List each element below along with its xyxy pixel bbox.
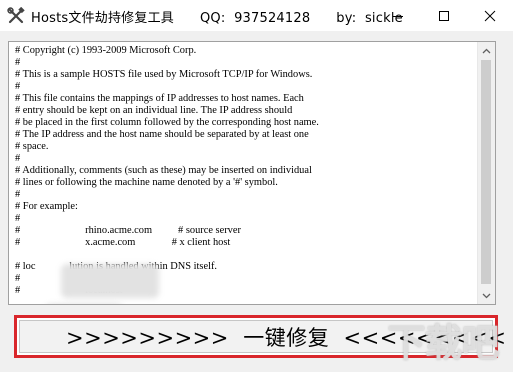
scroll-down-button[interactable] [478,287,495,304]
blurred-ip-region [45,304,123,305]
hosts-line: # [15,81,21,92]
vertical-scrollbar[interactable] [477,42,495,304]
hosts-line: # Additionally, comments (such as these)… [15,165,312,176]
hosts-line: # x.acme.com # x client host [15,237,231,248]
watermark-text: 下载吧 [387,320,499,365]
hosts-line: # The IP address and the host name shoul… [15,129,309,140]
hosts-line: # Copyright (c) 1993-2009 Microsoft Corp… [15,45,197,56]
hosts-line: # [15,57,21,68]
close-button[interactable] [467,0,513,31]
hosts-line: # [15,189,21,200]
title-bar[interactable]: Hosts文件劫持修复工具 QQ: 937524128 by: sickle [0,0,513,31]
hosts-line: # rhino.acme.com # source server [15,225,241,236]
hosts-line: # be placed in the first column followed… [15,117,319,128]
hosts-line: # space. [15,141,49,152]
minimize-button[interactable] [375,0,421,31]
hosts-line: # [15,213,21,224]
window-title: Hosts文件劫持修复工具 QQ: 937524128 by: sickle [31,11,403,26]
tools-icon [7,7,25,24]
watermark-logo: 下载吧 [380,310,506,368]
minimize-icon [393,15,403,17]
chevron-down-icon [482,293,491,298]
maximize-icon [439,10,449,21]
chevron-up-icon [482,48,491,53]
hosts-textarea[interactable]: # Copyright (c) 1993-2009 Microsoft Corp… [8,41,496,305]
hosts-line: # [15,153,21,164]
maximize-button[interactable] [421,0,467,31]
close-icon [484,10,496,21]
hosts-line: # This file contains the mappings of IP … [15,93,304,104]
hosts-line: # entry should be kept on an individual … [15,105,293,116]
scrollbar-thumb[interactable] [481,60,491,284]
scroll-up-button[interactable] [478,42,495,59]
hosts-content[interactable]: # Copyright (c) 1993-2009 Microsoft Corp… [15,45,480,297]
hosts-line: # For example: [15,201,78,212]
blurred-ip-region [61,264,159,298]
hosts-line: # This is a sample HOSTS file used by Mi… [15,69,313,80]
hosts-line: # lines or following the machine name de… [15,177,278,188]
